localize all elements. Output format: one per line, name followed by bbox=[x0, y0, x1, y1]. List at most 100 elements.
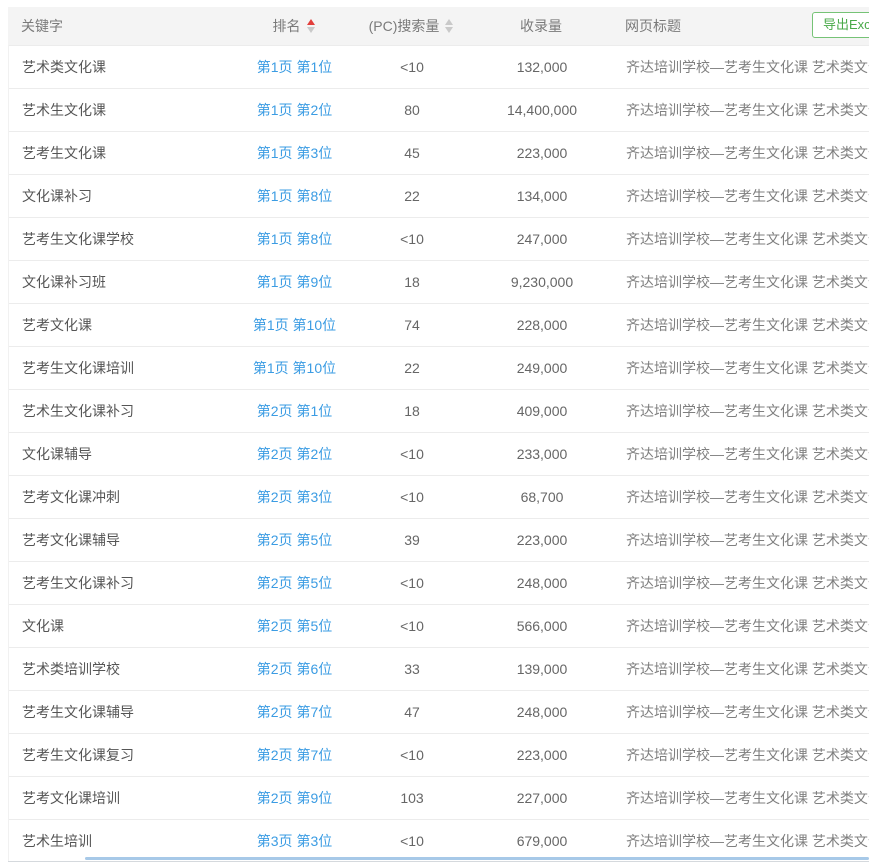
search-volume-cell: 33 bbox=[352, 661, 472, 677]
table-row: 艺考文化课冲刺 第2页 第3位 <10 68,700 齐达培训学校—艺考生文化课… bbox=[9, 475, 869, 518]
index-volume-cell: 249,000 bbox=[472, 360, 612, 376]
rank-link[interactable]: 第1页 第8位 bbox=[257, 231, 332, 247]
sort-desc-icon bbox=[445, 27, 453, 33]
rank-link[interactable]: 第2页 第5位 bbox=[257, 575, 332, 591]
index-volume-cell: 247,000 bbox=[472, 231, 612, 247]
rank-cell: 第2页 第2位 bbox=[237, 444, 352, 464]
table-row: 艺考生文化课学校 第1页 第8位 <10 247,000 齐达培训学校—艺考生文… bbox=[9, 217, 869, 260]
keyword-cell: 艺考生文化课复习 bbox=[9, 745, 237, 765]
rank-cell: 第2页 第6位 bbox=[237, 659, 352, 679]
keyword-cell: 艺考文化课培训 bbox=[9, 788, 237, 808]
keyword-cell: 艺考文化课冲刺 bbox=[9, 487, 237, 507]
page-title-cell: 齐达培训学校—艺考生文化课 艺术类文化课 bbox=[612, 444, 869, 464]
rank-cell: 第1页 第3位 bbox=[237, 143, 352, 163]
rank-cell: 第2页 第5位 bbox=[237, 573, 352, 593]
keyword-cell: 艺术类培训学校 bbox=[9, 659, 237, 679]
index-volume-cell: 248,000 bbox=[472, 575, 612, 591]
keyword-cell: 艺考生文化课培训 bbox=[9, 358, 237, 378]
rank-cell: 第1页 第8位 bbox=[237, 186, 352, 206]
keyword-cell: 艺考生文化课学校 bbox=[9, 229, 237, 249]
index-volume-cell: 14,400,000 bbox=[472, 102, 612, 118]
rank-cell: 第2页 第1位 bbox=[237, 401, 352, 421]
column-header-search-volume-label: (PC)搜索量 bbox=[369, 16, 440, 36]
search-volume-cell: <10 bbox=[352, 489, 472, 505]
rank-link[interactable]: 第2页 第7位 bbox=[257, 704, 332, 720]
search-volume-cell: <10 bbox=[352, 231, 472, 247]
rank-link[interactable]: 第2页 第1位 bbox=[257, 403, 332, 419]
column-header-rank[interactable]: 排名 bbox=[236, 16, 351, 36]
search-volume-cell: 22 bbox=[352, 360, 472, 376]
page-title-cell: 齐达培训学校—艺考生文化课 艺术类文化课 bbox=[612, 143, 869, 163]
table-row: 艺考生文化课培训 第1页 第10位 22 249,000 齐达培训学校—艺考生文… bbox=[9, 346, 869, 389]
index-volume-cell: 566,000 bbox=[472, 618, 612, 634]
search-volume-cell: <10 bbox=[352, 59, 472, 75]
table-row: 艺术生文化课补习 第2页 第1位 18 409,000 齐达培训学校—艺考生文化… bbox=[9, 389, 869, 432]
rank-link[interactable]: 第2页 第9位 bbox=[257, 790, 332, 806]
rank-cell: 第1页 第2位 bbox=[237, 100, 352, 120]
column-header-page-title-label: 网页标题 bbox=[625, 16, 681, 36]
sort-asc-icon bbox=[307, 19, 315, 25]
index-volume-cell: 233,000 bbox=[472, 446, 612, 462]
rank-cell: 第2页 第5位 bbox=[237, 616, 352, 636]
rank-link[interactable]: 第1页 第9位 bbox=[257, 274, 332, 290]
keyword-cell: 文化课 bbox=[9, 616, 237, 636]
search-volume-cell: 80 bbox=[352, 102, 472, 118]
page-title-cell: 齐达培训学校—艺考生文化课 艺术类文化课 bbox=[612, 573, 869, 593]
table-row: 艺考文化课辅导 第2页 第5位 39 223,000 齐达培训学校—艺考生文化课… bbox=[9, 518, 869, 561]
search-volume-cell: <10 bbox=[352, 747, 472, 763]
table-body: 艺术类文化课 第1页 第1位 <10 132,000 齐达培训学校—艺考生文化课… bbox=[8, 45, 869, 862]
rank-link[interactable]: 第1页 第1位 bbox=[257, 59, 332, 75]
page-title-cell: 齐达培训学校—艺考生文化课 艺术类文化课 bbox=[612, 659, 869, 679]
sort-search-volume-icon[interactable] bbox=[445, 19, 453, 33]
rank-cell: 第1页 第10位 bbox=[237, 358, 352, 378]
search-volume-cell: 22 bbox=[352, 188, 472, 204]
table-row: 艺术生培训 第3页 第3位 <10 679,000 齐达培训学校—艺考生文化课 … bbox=[9, 819, 869, 862]
page-title-cell: 齐达培训学校—艺考生文化课 艺术类文化课 bbox=[612, 57, 869, 77]
rank-link[interactable]: 第2页 第7位 bbox=[257, 747, 332, 763]
rank-link[interactable]: 第3页 第3位 bbox=[257, 833, 332, 849]
rank-link[interactable]: 第1页 第10位 bbox=[253, 317, 336, 333]
page-title-cell: 齐达培训学校—艺考生文化课 艺术类文化课 bbox=[612, 272, 869, 292]
index-volume-cell: 132,000 bbox=[472, 59, 612, 75]
page-title-cell: 齐达培训学校—艺考生文化课 艺术类文化课 bbox=[612, 315, 869, 335]
index-volume-cell: 68,700 bbox=[472, 489, 612, 505]
rank-link[interactable]: 第2页 第5位 bbox=[257, 618, 332, 634]
keyword-cell: 文化课辅导 bbox=[9, 444, 237, 464]
horizontal-scrollbar-thumb[interactable] bbox=[85, 857, 869, 860]
keyword-cell: 艺术生文化课补习 bbox=[9, 401, 237, 421]
index-volume-cell: 9,230,000 bbox=[472, 274, 612, 290]
rank-link[interactable]: 第2页 第3位 bbox=[257, 489, 332, 505]
table-row: 文化课补习班 第1页 第9位 18 9,230,000 齐达培训学校—艺考生文化… bbox=[9, 260, 869, 303]
search-volume-cell: <10 bbox=[352, 618, 472, 634]
sort-desc-icon bbox=[307, 27, 315, 33]
table-row: 艺考文化课 第1页 第10位 74 228,000 齐达培训学校—艺考生文化课 … bbox=[9, 303, 869, 346]
keyword-cell: 艺考文化课 bbox=[9, 315, 237, 335]
rank-cell: 第2页 第5位 bbox=[237, 530, 352, 550]
page-title-cell: 齐达培训学校—艺考生文化课 艺术类文化课 bbox=[612, 702, 869, 722]
keyword-cell: 艺考生文化课辅导 bbox=[9, 702, 237, 722]
rank-link[interactable]: 第2页 第6位 bbox=[257, 661, 332, 677]
export-excel-button[interactable]: 导出Excel bbox=[812, 12, 869, 38]
rank-link[interactable]: 第1页 第3位 bbox=[257, 145, 332, 161]
rank-link[interactable]: 第2页 第2位 bbox=[257, 446, 332, 462]
rank-link[interactable]: 第1页 第8位 bbox=[257, 188, 332, 204]
rank-cell: 第2页 第9位 bbox=[237, 788, 352, 808]
keyword-cell: 文化课补习 bbox=[9, 186, 237, 206]
rank-link[interactable]: 第1页 第2位 bbox=[257, 102, 332, 118]
rank-link[interactable]: 第2页 第5位 bbox=[257, 532, 332, 548]
rank-link[interactable]: 第1页 第10位 bbox=[253, 360, 336, 376]
table-row: 艺考生文化课复习 第2页 第7位 <10 223,000 齐达培训学校—艺考生文… bbox=[9, 733, 869, 776]
keyword-cell: 艺术生培训 bbox=[9, 831, 237, 851]
search-volume-cell: <10 bbox=[352, 833, 472, 849]
search-volume-cell: <10 bbox=[352, 575, 472, 591]
search-volume-cell: 74 bbox=[352, 317, 472, 333]
table-row: 文化课辅导 第2页 第2位 <10 233,000 齐达培训学校—艺考生文化课 … bbox=[9, 432, 869, 475]
rank-cell: 第1页 第9位 bbox=[237, 272, 352, 292]
search-volume-cell: 45 bbox=[352, 145, 472, 161]
search-volume-cell: <10 bbox=[352, 446, 472, 462]
column-header-rank-label: 排名 bbox=[273, 16, 301, 36]
column-header-search-volume[interactable]: (PC)搜索量 bbox=[351, 16, 471, 36]
keyword-cell: 艺术生文化课 bbox=[9, 100, 237, 120]
page-title-cell: 齐达培训学校—艺考生文化课 艺术类文化课 bbox=[612, 358, 869, 378]
sort-rank-icon[interactable] bbox=[307, 19, 315, 33]
